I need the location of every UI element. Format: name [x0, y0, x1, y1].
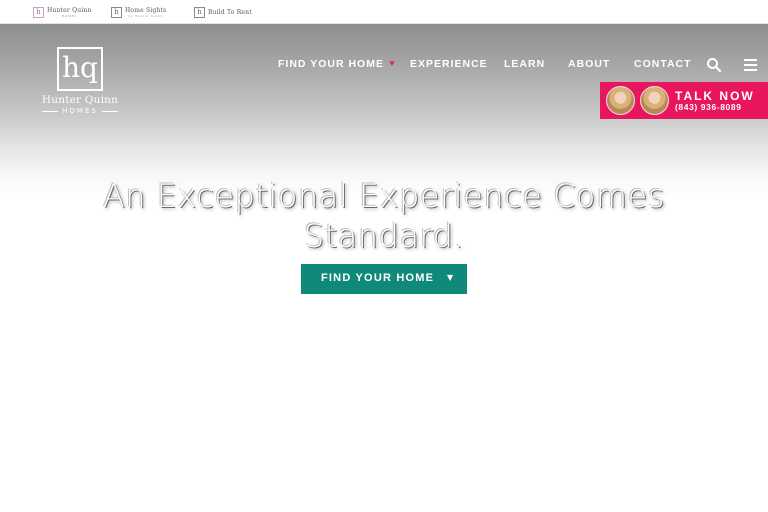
hq-logo-icon: h: [33, 6, 44, 18]
nav-experience[interactable]: EXPERIENCE: [410, 58, 488, 70]
brand-strip: h Hunter Quinn HOMES h Home Sights by Hu…: [0, 0, 768, 24]
brand-link-hunter-quinn[interactable]: h Hunter Quinn HOMES: [33, 5, 92, 19]
logo-name: Hunter Quinn: [41, 94, 119, 106]
brand-link-build-to-rent[interactable]: h Build To Rent: [194, 5, 252, 19]
find-your-home-button[interactable]: FIND YOUR HOME ▼: [301, 264, 467, 294]
main-nav: FIND YOUR HOME ▼ EXPERIENCE LEARN ABOUT C…: [0, 57, 768, 73]
hq-logo-icon: h: [111, 6, 122, 18]
nav-about[interactable]: ABOUT: [568, 58, 610, 70]
brand-name: Home Sights by Hunter Quinn: [125, 6, 167, 18]
talk-now-phone: (843) 936-8089: [675, 102, 742, 112]
brand-link-home-sights[interactable]: h Home Sights by Hunter Quinn: [111, 5, 166, 19]
hamburger-menu-icon[interactable]: [743, 57, 759, 73]
hq-logo-icon: h: [194, 6, 205, 18]
hero-headline: An Exceptional Experience Comes Standard…: [102, 177, 666, 255]
search-icon[interactable]: [706, 57, 722, 73]
nav-contact[interactable]: CONTACT: [634, 58, 692, 70]
logo-sub: HOMES: [30, 107, 130, 115]
talk-now-button[interactable]: TALK NOW (843) 936-8089: [600, 82, 768, 119]
talk-now-title: TALK NOW: [675, 89, 755, 103]
brand-name: Hunter Quinn HOMES: [47, 6, 92, 18]
nav-find-your-home[interactable]: FIND YOUR HOME ▼: [278, 58, 397, 70]
agent-avatar: [640, 86, 669, 115]
chevron-down-icon: ▼: [387, 59, 397, 68]
agent-avatar: [606, 86, 635, 115]
chevron-down-icon: ▼: [447, 273, 454, 282]
nav-learn[interactable]: LEARN: [504, 58, 545, 70]
brand-name: Build To Rent: [208, 8, 252, 16]
cta-label: FIND YOUR HOME: [321, 272, 435, 284]
